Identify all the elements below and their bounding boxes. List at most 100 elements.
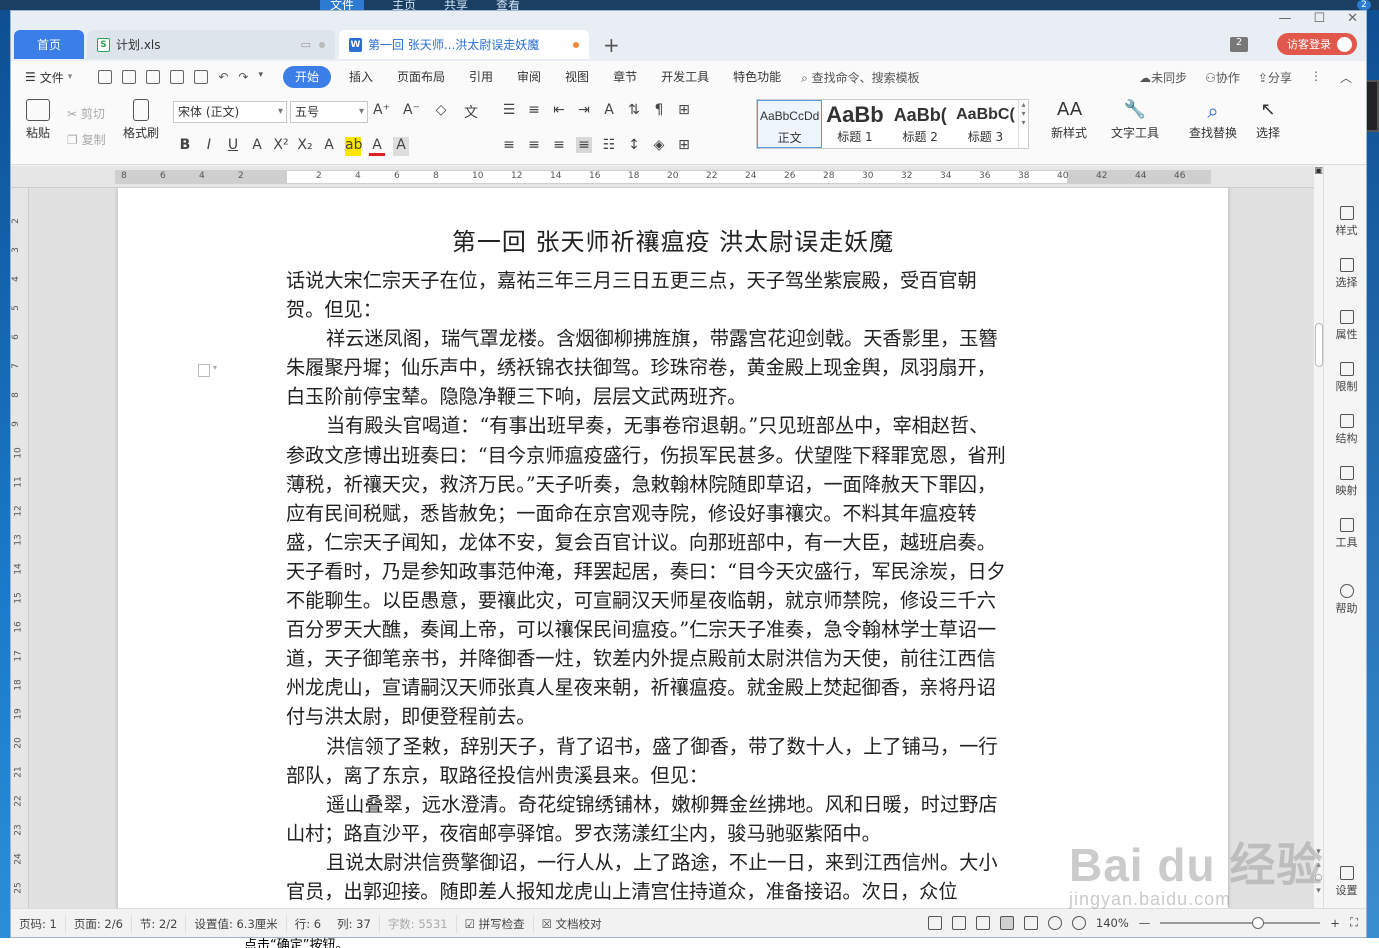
document-title[interactable]: 第一回 张天师祈禳瘟疫 洪太尉误走妖魔 — [118, 222, 1228, 257]
copy-button[interactable]: ❐ 复制 — [67, 131, 106, 148]
table-grid-icon[interactable]: ⊞ — [676, 102, 692, 118]
borders-icon[interactable]: ⊞ — [676, 137, 692, 153]
paragraph[interactable]: 洪信领了圣敕，辞别天子，背了诏书，盛了御香，带了数十人，上了铺马，一行部队，离了… — [286, 732, 1006, 790]
tab-view[interactable]: 视图 — [553, 66, 601, 88]
vertical-scrollbar[interactable]: ▣ ▾ ▴ ○ ▾ — [1314, 166, 1323, 908]
undo-icon[interactable]: ↶ — [218, 70, 228, 84]
fullscreen-icon[interactable] — [927, 915, 942, 930]
tab-review[interactable]: 审阅 — [505, 66, 553, 88]
sync-button[interactable]: ☁未同步 — [1139, 69, 1187, 86]
sidebar-item-properties[interactable]: 属性 — [1324, 310, 1366, 342]
new-tab-button[interactable]: + — [603, 33, 620, 57]
zoom-out-icon[interactable]: — — [1139, 916, 1151, 930]
align-left-icon[interactable]: ≡ — [501, 137, 517, 153]
status-section[interactable]: 节: 2/2 — [132, 915, 187, 933]
style-normal[interactable]: AaBbCcDd 正文 — [757, 100, 823, 148]
style-heading-2[interactable]: AaBb( 标题 2 — [888, 100, 953, 148]
status-column[interactable]: 列: 37 — [329, 915, 380, 933]
format-painter-button[interactable]: 格式刷 — [121, 99, 161, 141]
paste-button[interactable]: 粘贴 — [21, 99, 55, 141]
web-view-icon[interactable] — [1047, 915, 1062, 930]
find-replace-button[interactable]: ⌕ 查找替换 — [1183, 99, 1243, 141]
status-setting[interactable]: 设置值: 6.3厘米 — [186, 915, 287, 933]
document-count-badge[interactable]: 2 — [1230, 37, 1248, 52]
font-color-icon[interactable]: A — [369, 137, 385, 156]
tab-spreadsheet[interactable]: S 计划.xls ▭ — [87, 30, 335, 59]
spell-check-button[interactable]: ☑ 拼写检查 — [457, 915, 534, 933]
minimize-icon[interactable]: — — [1278, 11, 1291, 26]
paragraph[interactable]: 遥山叠翠，远水澄清。奇花绽锦绣铺林，嫩柳舞金丝拂地。风和日暖，时过野店山村；路直… — [286, 790, 1006, 848]
command-search[interactable]: ⌕ 查找命令、搜索模板 — [801, 69, 920, 86]
document-page[interactable]: 第一回 张天师祈禳瘟疫 洪太尉误走妖魔 话说大宋仁宗天子在位，嘉祐三年三月三日五… — [118, 188, 1228, 908]
cut-button[interactable]: ✂ 剪切 — [67, 105, 105, 122]
horizontal-ruler[interactable]: 8 6 4 2 2 4 6 8 10 12 14 16 18 20 22 24 26 28 30 32 34 36 38 40… — [11, 166, 1323, 188]
reading-view-icon[interactable] — [951, 915, 966, 930]
print-preview-icon[interactable] — [194, 70, 209, 84]
paragraph[interactable]: 祥云迷凤阁，瑞气罩龙楼。含烟御柳拂旌旗，带露宫花迎剑戟。天香影里，玉簪朱履聚丹墀… — [286, 324, 1006, 411]
open-icon[interactable] — [122, 70, 137, 84]
clear-format-icon[interactable]: ◇ — [433, 102, 449, 122]
page-view-icon[interactable] — [999, 915, 1014, 930]
sidebar-item-select[interactable]: 选择 — [1324, 258, 1366, 290]
fit-window-icon[interactable]: ⛶ — [1350, 915, 1358, 930]
superscript-icon[interactable]: X² — [273, 137, 289, 156]
sidebar-item-restrict[interactable]: 限制 — [1324, 362, 1366, 394]
subscript-icon[interactable]: X₂ — [297, 137, 313, 156]
file-menu-button[interactable]: ☰ 文件 ▾ — [25, 69, 72, 86]
paragraph[interactable]: 当有殿头官喝道：“有事出班早奏，无事卷帘退朝。”只见班部丛中，宰相赵哲、参政文彦… — [286, 411, 1006, 731]
style-heading-3[interactable]: AaBbC( 标题 3 — [953, 100, 1018, 148]
paragraph-handle-icon[interactable] — [198, 363, 217, 377]
highlight-icon[interactable]: ab — [345, 137, 362, 156]
more-chevron-icon[interactable]: ▾ — [258, 70, 263, 84]
status-row[interactable]: 行: 6 — [287, 915, 329, 933]
bold-icon[interactable]: B — [177, 137, 193, 156]
sidebar-item-tools[interactable]: 工具 — [1324, 518, 1366, 550]
maximize-icon[interactable]: ☐ — [1313, 11, 1325, 26]
status-page-number[interactable]: 页码: 1 — [11, 915, 66, 933]
document-canvas[interactable]: 第一回 张天师祈禳瘟疫 洪太尉误走妖魔 话说大宋仁宗天子在位，嘉祐三年三月三日五… — [29, 188, 1314, 908]
print-icon[interactable] — [170, 70, 185, 84]
justify-icon[interactable]: ≡ — [576, 137, 592, 153]
new-style-button[interactable]: AA 新样式 — [1041, 99, 1097, 141]
bullets-icon[interactable]: ☰ — [501, 102, 517, 118]
collapse-ribbon-icon[interactable]: ︿ — [1340, 69, 1352, 86]
eye-care-icon[interactable] — [1071, 915, 1086, 930]
distribute-icon[interactable]: ☷ — [601, 137, 617, 153]
chinese-layout-icon[interactable]: A — [601, 102, 617, 118]
paragraph[interactable]: 话说大宋仁宗天子在位，嘉祐三年三月三日五更三点，天子驾坐紫宸殿，受百官朝贺。但见… — [286, 266, 1006, 324]
style-gallery-scroll[interactable]: ▴ ▾ ▾ — [1018, 100, 1028, 148]
proofread-button[interactable]: ☒ 文档校对 — [534, 915, 610, 933]
status-word-count[interactable]: 字数: 5531 — [380, 915, 457, 933]
outline-view-icon[interactable] — [1023, 915, 1038, 930]
shading-icon[interactable]: ◈ — [651, 137, 667, 153]
close-icon[interactable]: ✕ — [1347, 11, 1358, 26]
tab-page-layout[interactable]: 页面布局 — [385, 66, 457, 88]
share-button[interactable]: ⇪分享 — [1258, 69, 1292, 86]
tab-developer[interactable]: 开发工具 — [649, 66, 721, 88]
tab-document[interactable]: W 第一回 张天师...洪太尉误走妖魔 — [339, 30, 589, 59]
edit-pen-icon[interactable] — [975, 915, 990, 930]
phonetic-icon[interactable]: 文 — [463, 102, 479, 122]
font-size-select[interactable]: 五号 — [290, 101, 368, 123]
paragraph[interactable]: 且说太尉洪信赍擎御诏，一行人从，上了路途，不止一日，来到江西信州。大小官员，出郭… — [286, 848, 1006, 906]
save-icon[interactable] — [146, 70, 161, 84]
tab-home[interactable]: 首页 — [14, 30, 84, 59]
sidebar-item-settings[interactable]: 设置 — [1324, 866, 1366, 898]
style-heading-1[interactable]: AaBb 标题 1 — [822, 100, 887, 148]
tab-insert[interactable]: 插入 — [337, 66, 385, 88]
help-badge[interactable]: 2 — [1357, 0, 1371, 10]
line-spacing-icon[interactable]: ↕ — [626, 137, 642, 153]
shrink-font-icon[interactable]: A⁻ — [403, 102, 420, 122]
text-tools-button[interactable]: 🔧 文字工具 — [1105, 99, 1165, 141]
grow-font-icon[interactable]: A⁺ — [373, 102, 390, 122]
document-body[interactable]: 话说大宋仁宗天子在位，嘉祐三年三月三日五更三点，天子驾坐紫宸殿，受百官朝贺。但见… — [286, 266, 1006, 906]
align-right-icon[interactable]: ≡ — [551, 137, 567, 153]
more-icon[interactable]: ⋮ — [1310, 69, 1322, 86]
strikethrough-icon[interactable]: A — [249, 137, 265, 156]
sidebar-item-structure[interactable]: 结构 — [1324, 414, 1366, 446]
increase-indent-icon[interactable]: ⇥ — [576, 102, 592, 118]
underline-icon[interactable]: U — [225, 137, 241, 156]
zoom-in-icon[interactable]: + — [1330, 916, 1340, 930]
tab-references[interactable]: 引用 — [457, 66, 505, 88]
font-name-select[interactable]: 宋体 (正文) — [173, 101, 287, 123]
